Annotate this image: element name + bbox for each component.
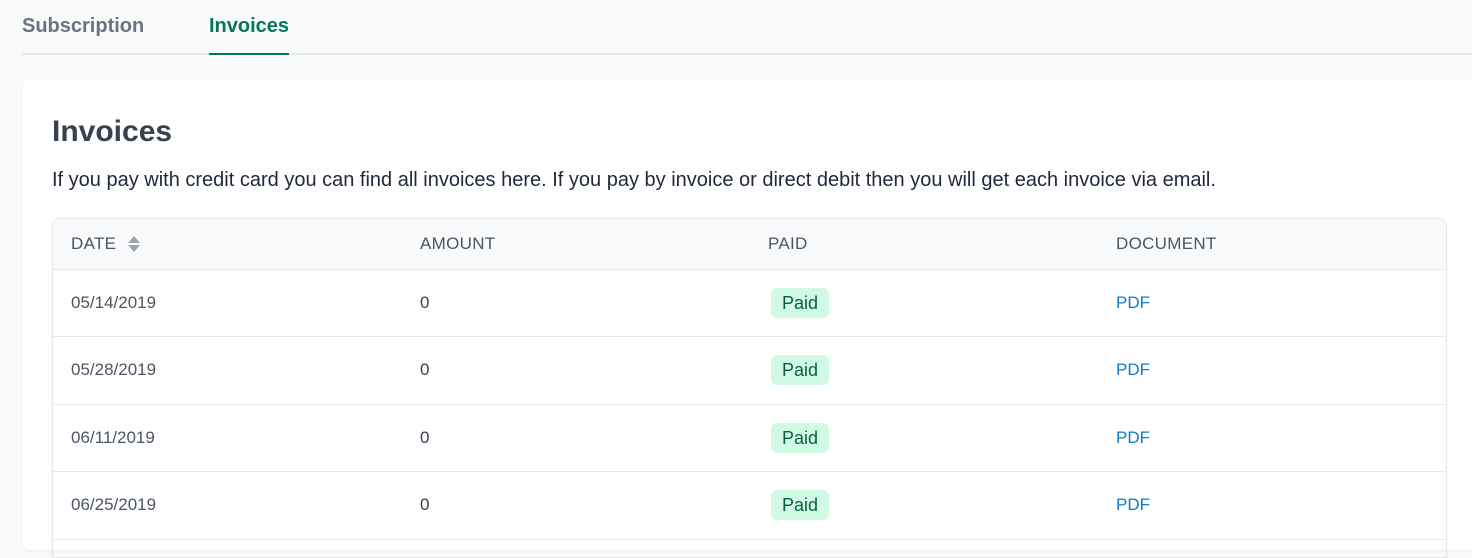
- invoice-document-cell: PDF: [1098, 404, 1446, 472]
- table-row: 06/25/2019 0 Paid PDF: [53, 472, 1446, 540]
- tab-bar: Subscription Invoices: [22, 0, 1472, 55]
- invoice-amount: 0: [420, 360, 430, 380]
- table-row: 05/14/2019 0 Paid PDF: [53, 269, 1446, 337]
- column-header-amount: AMOUNT: [420, 233, 496, 253]
- status-badge: Paid: [771, 490, 830, 521]
- invoice-date: 06/11/2019: [71, 427, 155, 447]
- pdf-link[interactable]: PDF: [1116, 293, 1150, 312]
- invoice-date: 05/28/2019: [71, 360, 157, 380]
- invoice-amount: 0: [420, 495, 430, 515]
- invoice-date: 05/14/2019: [71, 292, 157, 312]
- pdf-link[interactable]: PDF: [1116, 360, 1150, 379]
- status-badge: Paid: [771, 287, 830, 318]
- pdf-link[interactable]: PDF: [1116, 428, 1150, 447]
- column-header-paid: PAID: [768, 233, 808, 253]
- invoice-paid-cell: Paid: [750, 404, 1098, 472]
- column-header-date-label: DATE: [71, 233, 117, 253]
- invoice-document-cell: PDF: [1098, 337, 1446, 405]
- invoice-amount: 0: [420, 292, 430, 312]
- invoices-card: Invoices If you pay with credit card you…: [22, 80, 1472, 558]
- tab-invoices[interactable]: Invoices: [209, 0, 290, 55]
- invoices-table-container: DATE AMOUNT PAID DOCUMENT 05/14/2019 0 P…: [52, 218, 1447, 558]
- tab-subscription[interactable]: Subscription: [22, 0, 209, 55]
- sort-icon[interactable]: [127, 235, 141, 253]
- invoice-paid-cell: Paid: [750, 269, 1098, 337]
- table-row: 05/28/2019 0 Paid PDF: [53, 337, 1446, 405]
- invoice-document-cell: PDF: [1098, 269, 1446, 337]
- column-header-document: DOCUMENT: [1116, 233, 1217, 253]
- table-header-row: DATE AMOUNT PAID DOCUMENT: [53, 219, 1446, 269]
- pdf-link[interactable]: PDF: [1116, 495, 1150, 514]
- column-header-date[interactable]: DATE: [53, 219, 402, 269]
- invoice-amount: 0: [420, 427, 430, 447]
- invoice-paid-cell: Paid: [750, 472, 1098, 540]
- status-badge: Paid: [771, 355, 830, 386]
- invoice-paid-cell: Paid: [750, 337, 1098, 405]
- invoices-table: DATE AMOUNT PAID DOCUMENT 05/14/2019 0 P…: [53, 219, 1446, 540]
- status-badge: Paid: [771, 422, 830, 453]
- invoices-description: If you pay with credit card you can find…: [52, 169, 1216, 191]
- table-row: 06/11/2019 0 Paid PDF: [53, 404, 1446, 472]
- page-title: Invoices: [52, 115, 173, 148]
- invoice-date: 06/25/2019: [71, 495, 157, 515]
- invoice-document-cell: PDF: [1098, 472, 1446, 540]
